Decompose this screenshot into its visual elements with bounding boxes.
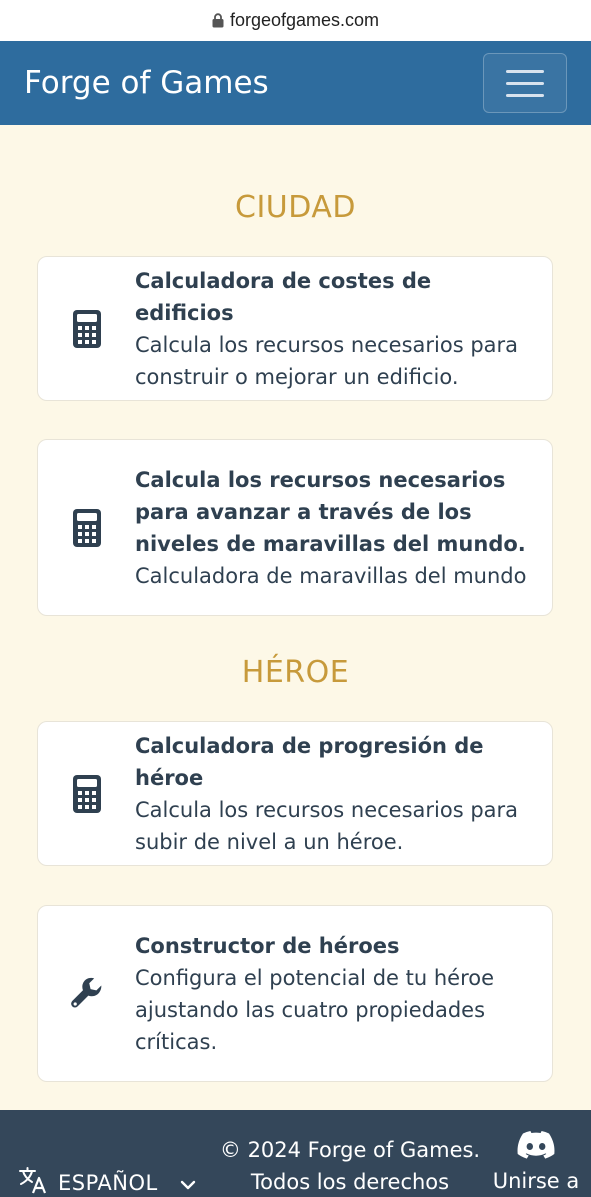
wrench-icon	[70, 974, 104, 1014]
footer: ESPAÑOL © 2024 Forge of Games. Todos los…	[0, 1110, 591, 1197]
translate-icon	[18, 1166, 48, 1197]
card-description: Calculadora de maravillas del mundo	[135, 563, 527, 588]
copyright-text: © 2024 Forge of Games. Todos los derecho…	[219, 1138, 481, 1194]
card-description: Calcula los recursos necesarios para sub…	[135, 797, 519, 854]
discord-icon	[486, 1130, 586, 1165]
section-title-ciudad: CIUDAD	[235, 190, 356, 225]
card-title: Calculadora de costes de edificios	[135, 268, 432, 325]
hamburger-line	[506, 93, 544, 97]
discord-link[interactable]: Unirse a	[486, 1130, 586, 1193]
language-label: ESPAÑOL	[58, 1170, 158, 1195]
browser-address-bar[interactable]: forgeofgames.com	[0, 0, 591, 41]
calculator-icon	[70, 774, 104, 814]
site-brand[interactable]: Forge of Games	[24, 65, 269, 101]
lock-icon	[212, 13, 224, 28]
section-title-heroe: HÉROE	[241, 655, 350, 690]
hamburger-line	[506, 81, 544, 85]
hamburger-icon	[506, 69, 544, 73]
card-hero-builder[interactable]: Constructor de héroes Configura el poten…	[37, 905, 553, 1082]
card-hero-progression-calculator[interactable]: Calculadora de progresión de héroe Calcu…	[37, 721, 553, 866]
chevron-down-icon	[180, 1171, 196, 1195]
card-wonders-calculator[interactable]: Calcula los recursos necesarios para ava…	[37, 439, 553, 616]
card-title: Constructor de héroes	[135, 933, 400, 958]
url-text: forgeofgames.com	[229, 10, 380, 30]
language-selector[interactable]: ESPAÑOL	[18, 1166, 196, 1197]
calculator-icon	[70, 508, 104, 548]
card-description: Calcula los recursos necesarios para con…	[135, 332, 519, 389]
card-building-cost-calculator[interactable]: Calculadora de costes de edificios Calcu…	[37, 256, 553, 401]
discord-label: Unirse a	[492, 1169, 580, 1193]
card-description: Configura el potencial de tu héroe ajust…	[135, 965, 495, 1054]
card-title: Calcula los recursos necesarios para ava…	[135, 467, 526, 556]
calculator-icon	[70, 309, 104, 349]
navbar: Forge of Games	[0, 41, 591, 125]
menu-toggle-button[interactable]	[483, 53, 567, 113]
card-title: Calculadora de progresión de héroe	[135, 733, 484, 790]
